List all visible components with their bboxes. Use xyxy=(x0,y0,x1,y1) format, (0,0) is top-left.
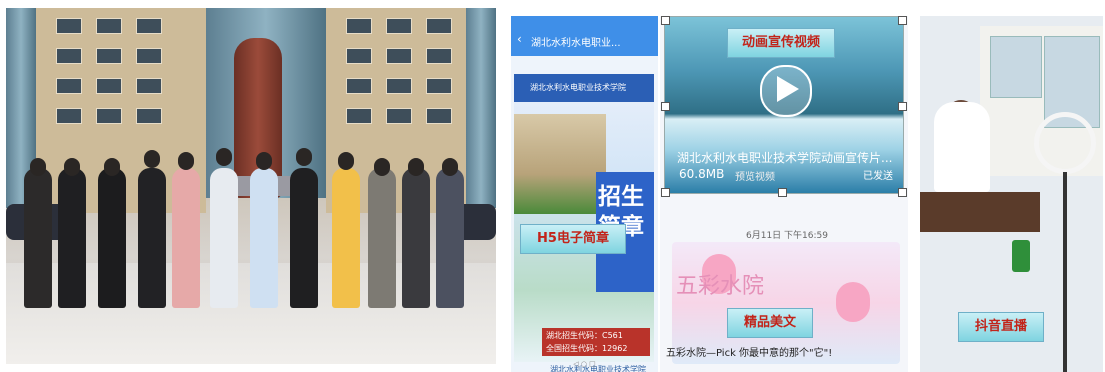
window xyxy=(346,48,372,64)
person xyxy=(332,168,360,308)
video-sent-status: 已发送 xyxy=(863,171,893,182)
badge-featured-article: 精品美文 xyxy=(727,308,813,338)
window xyxy=(56,48,82,64)
head xyxy=(178,152,194,170)
window xyxy=(56,108,82,124)
window xyxy=(386,18,412,34)
badge-douyin-live: 抖音直播 xyxy=(958,312,1044,342)
window xyxy=(346,78,372,94)
head xyxy=(408,158,424,176)
message-date: 6月11日 下午16:59 xyxy=(746,231,828,241)
window xyxy=(136,108,162,124)
resize-handle xyxy=(661,16,670,25)
person xyxy=(436,168,464,308)
window xyxy=(426,48,452,64)
resize-handle xyxy=(661,188,670,197)
window xyxy=(56,78,82,94)
window xyxy=(136,78,162,94)
person xyxy=(98,168,126,308)
code-line-national: 全国招生代码：12962 xyxy=(546,344,628,353)
resize-handle xyxy=(661,102,670,111)
article-title: 五彩水院—Pick 你最中意的那个"它"! xyxy=(666,348,833,359)
resize-handle xyxy=(898,188,907,197)
window xyxy=(426,78,452,94)
head xyxy=(442,158,458,176)
brochure-poster[interactable]: 湖北水利水电职业技术学院 招生简章 湖北招生代码：C561 全国招生代码：129… xyxy=(514,74,654,372)
video-title: 湖北水利水电职业技术学院动画宣传片... xyxy=(677,151,893,165)
poster-header: 湖北水利水电职业技术学院 xyxy=(514,74,654,102)
person xyxy=(290,168,318,308)
ring-light xyxy=(1034,112,1096,174)
girl-streamer xyxy=(934,102,990,192)
head xyxy=(144,150,160,168)
phone-top-bar: ‹ 湖北水利水电职业... xyxy=(511,16,658,56)
video-subtext: 预览视频 xyxy=(735,172,775,183)
card-art-text: 五彩水院 xyxy=(676,274,765,299)
building-glass-right xyxy=(466,8,496,208)
badge-h5-brochure: H5电子简章 xyxy=(520,224,626,254)
head xyxy=(296,148,312,166)
person xyxy=(138,168,166,308)
heart-decoration xyxy=(836,282,870,322)
window xyxy=(96,78,122,94)
light-stand xyxy=(1063,172,1067,372)
resize-handle xyxy=(898,16,907,25)
head xyxy=(374,158,390,176)
window xyxy=(386,108,412,124)
person xyxy=(402,168,430,308)
phone-on-stand xyxy=(1012,240,1030,272)
window xyxy=(346,18,372,34)
poster-header-text: 湖北水利水电职业技术学院 xyxy=(530,83,626,92)
phone-title: 湖北水利水电职业... xyxy=(531,38,621,49)
window xyxy=(386,78,412,94)
person xyxy=(172,168,200,308)
window xyxy=(386,48,412,64)
head xyxy=(338,152,354,170)
head xyxy=(64,158,80,176)
person xyxy=(210,168,238,308)
window xyxy=(96,18,122,34)
desk xyxy=(920,192,1040,232)
head xyxy=(30,158,46,176)
window xyxy=(346,108,372,124)
window xyxy=(56,18,82,34)
android-nav-bar[interactable]: ◁ ○ □ xyxy=(511,360,658,372)
campus-image xyxy=(514,114,606,214)
window xyxy=(96,48,122,64)
group-photo-panel xyxy=(6,8,496,364)
chevron-left-icon[interactable]: ‹ xyxy=(517,32,522,46)
window xyxy=(426,18,452,34)
person xyxy=(24,168,52,308)
head xyxy=(256,152,272,170)
play-icon xyxy=(777,76,799,102)
window xyxy=(136,18,162,34)
window xyxy=(426,108,452,124)
person xyxy=(250,168,278,308)
window xyxy=(96,108,122,124)
enrollment-codes-box: 湖北招生代码：C561 全国招生代码：12962 xyxy=(542,328,650,356)
window xyxy=(136,48,162,64)
badge-animated-video: 动画宣传视频 xyxy=(727,28,835,58)
resize-handle xyxy=(898,102,907,111)
wall-poster xyxy=(990,36,1042,98)
code-line-hubei: 湖北招生代码：C561 xyxy=(546,331,623,340)
video-size: 60.8MB xyxy=(679,167,725,181)
phone-screenshot-panel: ‹ 湖北水利水电职业... 湖北水利水电职业技术学院 招生简章 湖北招生代码：C… xyxy=(511,16,658,372)
person xyxy=(58,168,86,308)
head xyxy=(216,148,232,166)
head xyxy=(104,158,120,176)
person xyxy=(368,168,396,308)
resize-handle xyxy=(778,188,787,197)
